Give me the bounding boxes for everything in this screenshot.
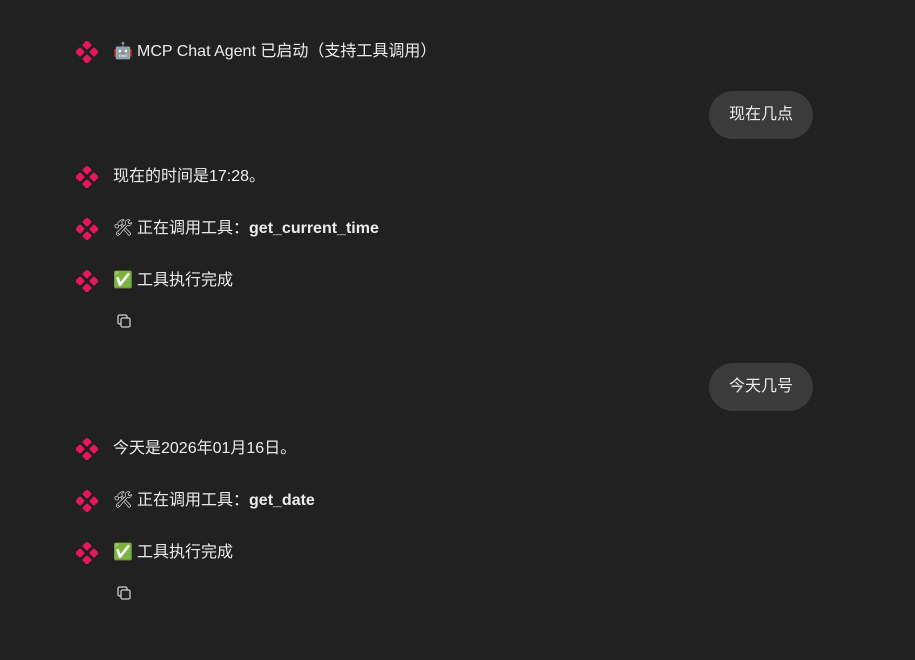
clover-logo-icon [76, 166, 98, 188]
message-body: MCP Chat Agent 已启动（支持工具调用） [137, 43, 437, 60]
check-mark-emoji: ✅ [113, 272, 133, 289]
chat-thread: 🤖 MCP Chat Agent 已启动（支持工具调用） 现在几点 现在的时间是1… [0, 0, 915, 660]
clover-logo-icon [76, 270, 98, 292]
message-body: 工具执行完成 [137, 544, 234, 561]
user-message-bubble: 现在几点 [708, 91, 813, 139]
clover-logo-icon [76, 438, 98, 460]
message-text: 🤖 MCP Chat Agent 已启动（支持工具调用） [113, 41, 436, 63]
tool-name: get_date [249, 492, 315, 509]
assistant-message: ✅ 工具执行完成 [76, 268, 233, 294]
message-text: 🛠 正在调用工具：get_date [113, 490, 315, 512]
robot-emoji: 🤖 [113, 43, 133, 60]
assistant-message: ✅ 工具执行完成 [76, 540, 233, 566]
clover-logo-icon [76, 542, 98, 564]
hammer-wrench-emoji: 🛠 [113, 492, 134, 509]
hammer-wrench-emoji: 🛠 [113, 220, 134, 237]
message-body: 现在的时间是17:28。 [113, 168, 266, 185]
message-text: ✅ 工具执行完成 [113, 270, 233, 292]
copy-button[interactable] [113, 582, 135, 604]
tool-call-prefix: 正在调用工具： [137, 220, 250, 237]
assistant-message: 🤖 MCP Chat Agent 已启动（支持工具调用） [76, 39, 436, 65]
message-body: 工具执行完成 [137, 272, 234, 289]
tool-name: get_current_time [249, 220, 379, 237]
copy-icon [117, 586, 131, 600]
copy-icon [117, 314, 131, 328]
copy-button[interactable] [113, 310, 135, 332]
message-body: 今天是2026年01月16日。 [113, 440, 297, 457]
message-text: 🛠 正在调用工具：get_current_time [113, 218, 379, 240]
message-text: ✅ 工具执行完成 [113, 542, 233, 564]
tool-call-prefix: 正在调用工具： [137, 492, 250, 509]
assistant-message: 现在的时间是17:28。 [76, 164, 265, 190]
clover-logo-icon [76, 218, 98, 240]
check-mark-emoji: ✅ [113, 544, 133, 561]
clover-logo-icon [76, 490, 98, 512]
assistant-message: 今天是2026年01月16日。 [76, 436, 296, 462]
clover-logo-icon [76, 41, 98, 63]
assistant-message: 🛠 正在调用工具：get_current_time [76, 216, 379, 242]
user-message-bubble: 今天几号 [708, 363, 813, 411]
assistant-message: 🛠 正在调用工具：get_date [76, 488, 315, 514]
